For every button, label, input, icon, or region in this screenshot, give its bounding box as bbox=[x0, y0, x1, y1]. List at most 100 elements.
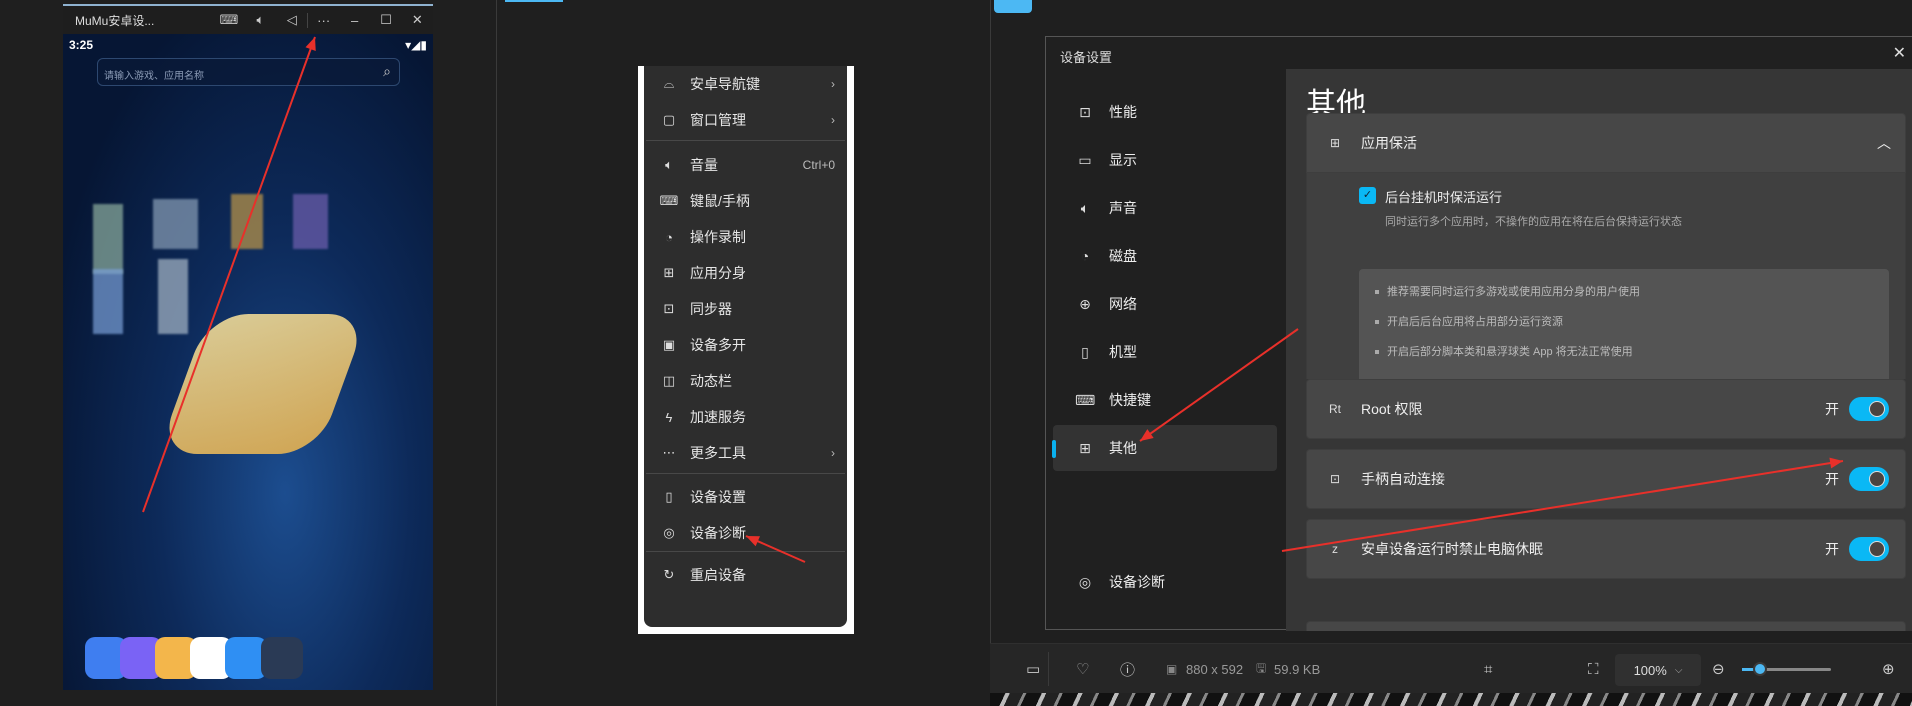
diagnose-icon: ◎ bbox=[663, 525, 675, 540]
info-icon[interactable]: ⓘ bbox=[1120, 644, 1135, 694]
menu-item[interactable]: ⊡ 同步器 bbox=[644, 291, 847, 327]
dimensions-icon: ▣ bbox=[1166, 662, 1178, 676]
menu-item-label: 设备多开 bbox=[690, 337, 746, 353]
menu-item[interactable]: ▣ 设备多开 bbox=[644, 327, 847, 363]
chevron-right-icon: › bbox=[831, 113, 835, 127]
filmstrip-icon[interactable]: ▭ bbox=[1026, 644, 1040, 694]
keepalive-description: 同时运行多个应用时，不操作的应用在将在后台保持运行状态 bbox=[1385, 216, 1682, 228]
close-icon[interactable]: ✕ bbox=[402, 12, 433, 28]
chevron-right-icon: › bbox=[831, 77, 835, 91]
toggle-state: 开 bbox=[1825, 471, 1839, 487]
zoom-slider-handle[interactable] bbox=[1752, 662, 1767, 676]
scan-icon[interactable]: ⌗ bbox=[1484, 644, 1492, 694]
emulator-window: MuMu安卓设... ⌨ 🔈︎ ◁ ··· – ☐ ✕ 3:25 ▾◢▮ 请输入… bbox=[63, 4, 433, 690]
sidebar-item[interactable]: ▯ 机型 bbox=[1053, 329, 1277, 375]
sidebar-item[interactable]: ⌨ 快捷键 bbox=[1053, 377, 1277, 423]
search-icon[interactable]: ⌕ bbox=[383, 63, 391, 80]
file-size: 59.9 KB bbox=[1274, 661, 1321, 677]
menu-item[interactable]: ↻ 重启设备 bbox=[644, 557, 847, 593]
maximize-icon[interactable]: ☐ bbox=[370, 12, 401, 28]
top-toolbar-button[interactable] bbox=[994, 0, 1032, 13]
chevron-down-icon: ⌵ bbox=[1674, 664, 1683, 676]
zoom-in-icon[interactable]: ⊕ bbox=[1882, 644, 1895, 694]
toggle-switch[interactable] bbox=[1849, 397, 1889, 421]
blurred-widget bbox=[293, 194, 328, 249]
menu-item[interactable]: ◎ 设备诊断 bbox=[644, 515, 847, 551]
keepalive-card-body: ✓ 后台挂机时保活运行 同时运行多个应用时，不操作的应用在将在后台保持运行状态 … bbox=[1306, 173, 1906, 389]
image-dimensions: 880 x 592 bbox=[1186, 661, 1244, 677]
dialog-title: 设备设置 bbox=[1060, 50, 1113, 65]
keepalive-notes: 推荐需要同时运行多游戏或使用应用分身的用户使用 开启后后台应用将占用部分运行资源… bbox=[1359, 269, 1889, 389]
blurred-widget bbox=[93, 269, 123, 334]
minimize-icon[interactable]: – bbox=[339, 13, 370, 28]
menu-item[interactable]: ▢ 窗口管理 › bbox=[644, 102, 847, 138]
device-settings-icon: ▯ bbox=[665, 489, 673, 504]
menu-item[interactable]: ⌓ 安卓导航键 › bbox=[644, 66, 847, 102]
checkbox-label: 后台挂机时保活运行 bbox=[1385, 190, 1503, 205]
emulator-title: MuMu安卓设... bbox=[75, 13, 155, 28]
sidebar-item-label: 显示 bbox=[1109, 152, 1137, 168]
toggle-switch[interactable] bbox=[1849, 467, 1889, 491]
sidebar-item[interactable]: ▭ 显示 bbox=[1053, 137, 1277, 183]
keyboard-icon[interactable]: ⌨ bbox=[213, 12, 244, 28]
menu-item-label: 设备设置 bbox=[690, 489, 746, 505]
android-screen[interactable]: 3:25 ▾◢▮ 请输入游戏、应用名称 ⌕ bbox=[63, 34, 433, 690]
menu-item-label: 音量 bbox=[690, 157, 718, 173]
sidebar-item-label: 机型 bbox=[1109, 344, 1137, 360]
app-search-input[interactable]: 请输入游戏、应用名称 ⌕ bbox=[97, 58, 400, 86]
menu-item[interactable]: 🔈︎ 音量 Ctrl+0 bbox=[644, 147, 847, 183]
signal-battery-icon: ▾◢▮ bbox=[405, 38, 427, 52]
back-icon[interactable]: ◁ bbox=[276, 12, 307, 28]
menu-item[interactable]: ⊞ 应用分身 bbox=[644, 255, 847, 291]
blurred-widget bbox=[158, 259, 188, 334]
tab-indicator bbox=[505, 0, 563, 2]
menu-item[interactable]: ◔ 操作录制 bbox=[644, 219, 847, 255]
file-size-icon: 🖫︎ bbox=[1256, 660, 1267, 675]
chevron-up-icon[interactable]: ︿ bbox=[1877, 133, 1891, 153]
menu-item[interactable]: ⌨ 键鼠/手柄 bbox=[644, 183, 847, 219]
note-item: 推荐需要同时运行多游戏或使用应用分身的用户使用 bbox=[1359, 277, 1889, 307]
sidebar-item[interactable]: ⊡ 性能 bbox=[1053, 89, 1277, 135]
emulator-titlebar: MuMu安卓设... ⌨ 🔈︎ ◁ ··· – ☐ ✕ bbox=[63, 6, 433, 34]
mumu-logo bbox=[157, 314, 369, 454]
zoom-out-icon[interactable]: ⊖ bbox=[1712, 644, 1725, 694]
favorite-icon[interactable]: ♡ bbox=[1076, 644, 1089, 694]
sidebar-item[interactable]: ◔ 磁盘 bbox=[1053, 233, 1277, 279]
keepalive-card-header[interactable]: ⊞ 应用保活 ︿ bbox=[1306, 113, 1906, 173]
close-icon[interactable]: ✕ bbox=[1893, 43, 1906, 63]
menu-divider bbox=[646, 140, 845, 141]
more-icon[interactable]: ··· bbox=[307, 12, 338, 28]
folder-icon[interactable] bbox=[261, 637, 303, 679]
zoom-slider[interactable] bbox=[1742, 662, 1831, 676]
menu-item[interactable]: ◫ 动态栏 bbox=[644, 363, 847, 399]
fit-screen-icon[interactable]: ⛶ bbox=[1588, 644, 1599, 694]
sidebar-item[interactable]: ⊕ 网络 bbox=[1053, 281, 1277, 327]
menu-item[interactable]: ⋯ 更多工具 › bbox=[644, 435, 847, 471]
window-settings-icon: ▢ bbox=[662, 112, 676, 127]
note-item: 开启后部分脚本类和悬浮球类 App 将无法正常使用 bbox=[1359, 337, 1889, 367]
toolbar-divider bbox=[1048, 652, 1049, 686]
sidebar-item-diagnose[interactable]: ◎ 设备诊断 bbox=[1053, 559, 1277, 605]
sidebar-item[interactable]: 🔈︎ 声音 bbox=[1053, 185, 1277, 231]
restart-icon: ↻ bbox=[663, 567, 675, 582]
menu-item-label: 同步器 bbox=[690, 301, 732, 317]
menu-item-label: 动态栏 bbox=[690, 373, 732, 389]
setting-label: 手柄自动连接 bbox=[1361, 471, 1445, 487]
app-clone-icon: ⊞ bbox=[663, 265, 675, 280]
blurred-widget bbox=[231, 194, 263, 249]
note-item: 开启后后台应用将占用部分运行资源 bbox=[1359, 307, 1889, 337]
menu-divider bbox=[646, 473, 845, 474]
menu-item-label: 更多工具 bbox=[690, 445, 746, 461]
menu-shortcut: Ctrl+0 bbox=[802, 158, 835, 172]
menu-item[interactable]: ▯ 设备设置 bbox=[644, 479, 847, 515]
menu-item[interactable]: ϟ 加速服务 bbox=[644, 399, 847, 435]
root-icon: Rt bbox=[1329, 402, 1341, 416]
keepalive-checkbox[interactable]: ✓ bbox=[1359, 187, 1376, 204]
display-icon: ▭ bbox=[1078, 151, 1092, 168]
sidebar-item[interactable]: ⊞ 其他 bbox=[1052, 425, 1277, 471]
volume-icon[interactable]: 🔈︎ bbox=[245, 12, 276, 28]
context-menu: ⌓ 安卓导航键 › ▢ 窗口管理 › 🔈︎ 音量 Ctrl+0 ⌨ 键鼠/手柄 ◔ 操作录制 ⊞ 应用分身 ⊡… bbox=[644, 66, 847, 627]
zoom-level-select[interactable]: 100% ⌵ bbox=[1615, 654, 1701, 686]
toggle-setting-row: z 安卓设备运行时禁止电脑休眠 开 bbox=[1306, 519, 1906, 579]
toggle-switch[interactable] bbox=[1849, 537, 1889, 561]
